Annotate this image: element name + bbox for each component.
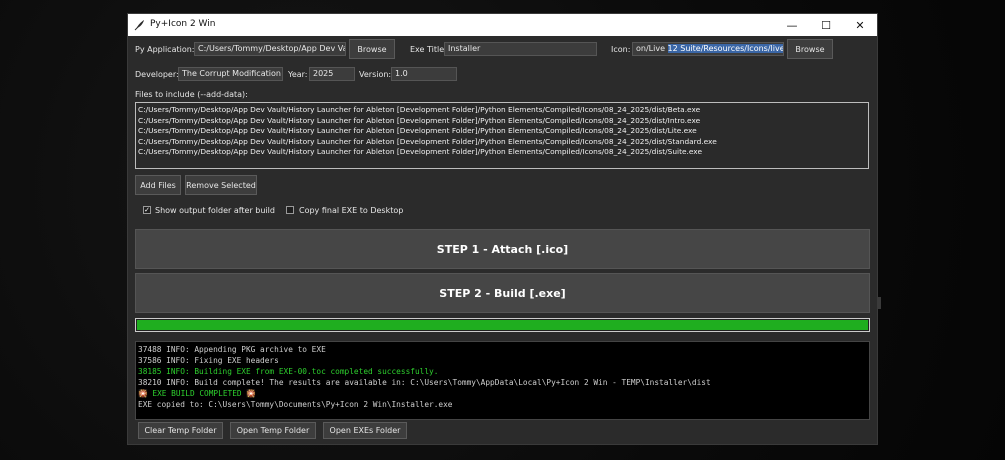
year-field[interactable]: 2025 [309, 67, 355, 81]
feather-icon [134, 20, 144, 31]
console-line: EXE copied to: C:\Users\Tommy\Documents\… [138, 400, 453, 409]
exe-title-label: Exe Title: [410, 45, 447, 54]
window-title: Py+Icon 2 Win [150, 19, 216, 29]
py-browse-button[interactable]: Browse [349, 39, 395, 59]
copy-exe-checkbox[interactable] [286, 206, 294, 214]
console-line: 38185 INFO: Building EXE from EXE-00.toc… [138, 367, 439, 376]
console-line: 37488 INFO: Appending PKG archive to EXE [138, 345, 326, 354]
copy-exe-label: Copy final EXE to Desktop [299, 206, 404, 215]
console-output: 37488 INFO: Appending PKG archive to EXE… [135, 341, 870, 420]
show-output-checkbox[interactable]: ✓ [143, 206, 151, 214]
list-item[interactable]: C:/Users/Tommy/Desktop/App Dev Vault/His… [138, 116, 868, 127]
files-label: Files to include (--add-data): [135, 90, 248, 99]
minimize-button[interactable]: — [775, 14, 809, 36]
exe-title-field[interactable]: Installer [444, 42, 597, 56]
add-files-button[interactable]: Add Files [135, 175, 181, 195]
list-item[interactable]: C:/Users/Tommy/Desktop/App Dev Vault/His… [138, 105, 868, 116]
open-exes-button[interactable]: Open EXEs Folder [323, 422, 407, 439]
list-item[interactable]: C:/Users/Tommy/Desktop/App Dev Vault/His… [138, 137, 868, 148]
step1-attach-button[interactable]: STEP 1 - Attach [.ico] [135, 229, 870, 269]
scrollbar[interactable] [877, 297, 881, 309]
list-item[interactable]: C:/Users/Tommy/Desktop/App Dev Vault/His… [138, 126, 868, 137]
remove-selected-button[interactable]: Remove Selected [185, 175, 257, 195]
title-bar[interactable]: Py+Icon 2 Win — ☐ ✕ [128, 14, 877, 36]
list-item[interactable]: C:/Users/Tommy/Desktop/App Dev Vault/His… [138, 147, 868, 158]
py-application-label: Py Application: [135, 45, 195, 54]
py-application-field[interactable]: C:/Users/Tommy/Desktop/App Dev Vault/ [194, 42, 346, 56]
maximize-button[interactable]: ☐ [809, 14, 843, 36]
icon-path-text: on/Live [636, 44, 668, 53]
open-temp-button[interactable]: Open Temp Folder [230, 422, 316, 439]
version-field[interactable]: 1.0 [391, 67, 457, 81]
icon-label: Icon: [611, 45, 631, 54]
show-output-label: Show output folder after build [155, 206, 275, 215]
files-listbox[interactable]: C:/Users/Tommy/Desktop/App Dev Vault/His… [135, 102, 869, 169]
close-button[interactable]: ✕ [843, 14, 877, 36]
developer-label: Developer: [135, 70, 179, 79]
console-line: 38210 INFO: Build complete! The results … [138, 378, 711, 387]
icon-path-field[interactable]: on/Live 12 Suite/Resources/Icons/live_tr… [632, 42, 784, 56]
step2-build-button[interactable]: STEP 2 - Build [.exe] [135, 273, 870, 313]
year-label: Year: [288, 70, 308, 79]
version-label: Version: [359, 70, 392, 79]
clear-temp-button[interactable]: Clear Temp Folder [138, 422, 223, 439]
icon-path-selection: 12 Suite/Resources/Icons/live_tri [667, 44, 783, 53]
console-line: 🎇 EXE BUILD COMPLETED 🎇 [138, 389, 256, 398]
developer-field[interactable]: The Corrupt Modification [178, 67, 283, 81]
progress-bar [135, 318, 870, 332]
console-line: 37586 INFO: Fixing EXE headers [138, 356, 279, 365]
icon-browse-button[interactable]: Browse [787, 39, 833, 59]
app-window: Py+Icon 2 Win — ☐ ✕ Py Application: C:/U… [127, 13, 878, 445]
progress-fill [137, 320, 868, 330]
